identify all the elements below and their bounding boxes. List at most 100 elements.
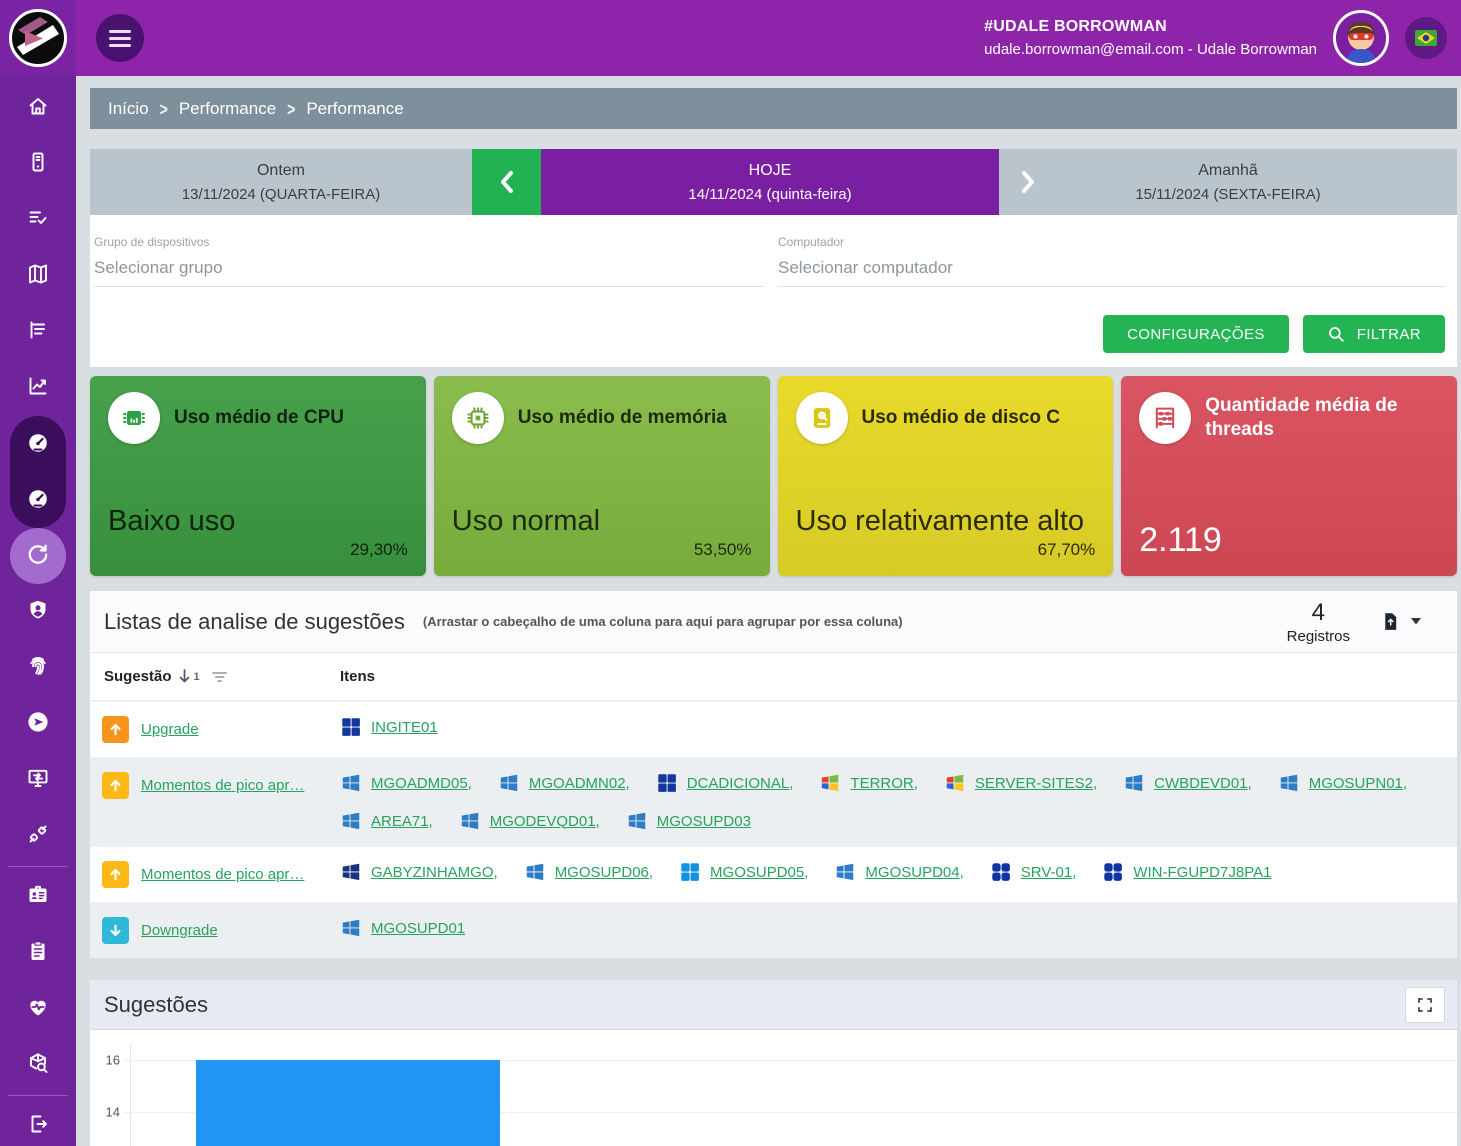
sidebar-item-map[interactable] (0, 248, 76, 304)
sidebar-item-hierarchy[interactable] (0, 304, 76, 360)
chevron-right-icon[interactable] (1017, 169, 1039, 195)
sidebar-item-devices[interactable] (0, 136, 76, 192)
computer-link[interactable]: AREA71, (340, 810, 433, 832)
filter-button[interactable]: FILTRAR (1303, 315, 1445, 353)
app-logo[interactable] (0, 0, 76, 76)
computer-link[interactable]: MGOSUPD05, (679, 861, 808, 883)
computer-link[interactable]: SERVER-SITES2, (944, 772, 1097, 794)
computer-name: SERVER-SITES2, (975, 775, 1097, 792)
settings-button[interactable]: CONFIGURAÇÕES (1103, 315, 1289, 353)
sidebar-item-sync[interactable] (10, 528, 66, 584)
date-next-date: 15/11/2024 (SEXTA-FEIRA) (1135, 186, 1320, 203)
sidebar-item-home[interactable] (0, 80, 76, 136)
metric-card-disk[interactable]: Uso médio de disco C Uso relativamente al… (778, 376, 1114, 576)
windows-colorful (819, 772, 841, 794)
metric-card-status: Baixo uso (108, 505, 408, 538)
computer-filter-input[interactable] (778, 249, 1445, 287)
sidebar-item-heart-pulse[interactable] (0, 981, 76, 1037)
sidebar-item-logout[interactable] (0, 1098, 76, 1146)
breadcrumb-item[interactable]: Performance (179, 99, 276, 119)
language-button[interactable] (1405, 17, 1447, 59)
computer-link[interactable]: GABYZINHAMGO, (340, 861, 498, 883)
sort-desc-icon (178, 669, 191, 684)
sidebar-item-gauge[interactable] (10, 416, 66, 472)
arrow-down-icon (102, 917, 129, 944)
computer-link[interactable]: MGOSUPD06, (524, 861, 653, 883)
computer-link[interactable]: WIN-FGUPD7J8PA1 (1102, 861, 1271, 883)
column-items[interactable]: Itens (340, 668, 375, 685)
computer-link[interactable]: SRV-01, (990, 861, 1077, 883)
filter-column-icon[interactable] (212, 671, 227, 683)
clipboard-icon (26, 939, 50, 968)
column-suggestion[interactable]: Sugestão 1 (104, 668, 340, 685)
date-next-segment[interactable]: Amanhã 15/11/2024 (SEXTA-FEIRA) (999, 149, 1457, 215)
suggestion-link[interactable]: Downgrade (141, 922, 218, 939)
computer-link[interactable]: MGOSUPN01, (1278, 772, 1407, 794)
computer-link[interactable]: MGOSUPD01 (340, 917, 465, 939)
chart-bar[interactable] (196, 1060, 500, 1146)
metric-card-value: 67,70% (1038, 540, 1096, 560)
metric-card-memory[interactable]: Uso médio de memóriaUso normal53,50% (434, 376, 770, 576)
export-button[interactable] (1380, 611, 1421, 632)
computer-link[interactable]: DCADICIONAL, (656, 772, 794, 794)
sort-order-number: 1 (194, 671, 200, 683)
computer-link[interactable]: MGOSUPD03 (626, 810, 751, 832)
windows-persp-blue (524, 861, 546, 883)
gauge-icon (26, 430, 50, 459)
windows-colorful (944, 772, 966, 794)
fullscreen-icon (1416, 996, 1434, 1014)
suggestion-link[interactable]: Momentos de pico apr… (141, 777, 304, 794)
suggestions-rows: Upgrade INGITE01 Momentos de pico apr… MGOA… (90, 701, 1457, 958)
computer-name: MGOADMN02, (529, 775, 630, 792)
breadcrumb-item[interactable]: Performance (306, 99, 403, 119)
sidebar-item-task-list[interactable] (0, 192, 76, 248)
sync-icon (26, 542, 50, 571)
date-prev-button[interactable] (472, 149, 541, 215)
date-next-label: Amanhã (1198, 162, 1258, 180)
sidebar-item-clipboard[interactable] (0, 925, 76, 981)
sidebar-item-shield-user[interactable] (0, 584, 76, 640)
computer-link[interactable]: MGODEVQD01, (459, 810, 600, 832)
hamburger-menu-button[interactable] (96, 14, 144, 62)
sidebar-item-cable[interactable] (0, 808, 76, 864)
suggestion-link[interactable]: Upgrade (141, 721, 199, 738)
hamburger-icon (109, 30, 131, 33)
metric-card-threads[interactable]: Quantidade média de threads2.119 (1121, 376, 1457, 576)
sidebar-item-gauge[interactable] (10, 472, 66, 528)
sidebar-item-id-card[interactable] (0, 869, 76, 925)
computer-name: MGOSUPN01, (1309, 775, 1407, 792)
computer-link[interactable]: MGOADMN02, (498, 772, 630, 794)
arrow-up-icon (102, 772, 129, 799)
computer-link[interactable]: TERROR, (819, 772, 918, 794)
fullscreen-button[interactable] (1405, 987, 1445, 1023)
sidebar-item-fingerprint[interactable] (0, 640, 76, 696)
computer-link[interactable]: INGITE01 (340, 716, 438, 738)
sidebar-divider (8, 866, 68, 867)
avatar-image (1336, 13, 1386, 63)
sidebar-item-send[interactable] (0, 696, 76, 752)
items-cell: MGOADMD05, MGOADMN02, DCADICIONAL, TERROR, S… (340, 772, 1447, 832)
metric-card-value: 29,30% (350, 540, 408, 560)
metric-card-status: Uso relativamente alto (796, 505, 1096, 538)
hierarchy-icon (26, 318, 50, 347)
sidebar-item-monitor-transfer[interactable] (0, 752, 76, 808)
sidebar-item-search-box[interactable] (0, 1037, 76, 1093)
metric-card-title: Uso médio de disco C (862, 406, 1060, 430)
computer-link[interactable]: MGOSUPD04, (834, 861, 963, 883)
group-filter-input[interactable] (94, 249, 764, 287)
filters-panel: Grupo de dispositivos Computador CONFIGU… (90, 215, 1457, 367)
date-today-segment[interactable]: HOJE 14/11/2024 (quinta-feira) (541, 149, 999, 215)
computer-link[interactable]: CWBDEVD01, (1123, 772, 1252, 794)
computer-link[interactable]: MGOADMD05, (340, 772, 472, 794)
sidebar-item-line-chart[interactable] (0, 360, 76, 416)
y-tick-label: 16 (90, 1053, 120, 1068)
avatar[interactable] (1333, 10, 1389, 66)
date-prev-segment[interactable]: Ontem 13/11/2024 (QUARTA-FEIRA) (90, 149, 472, 215)
metric-card-header: Uso médio de memória (452, 392, 752, 444)
suggestion-link[interactable]: Momentos de pico apr… (141, 866, 304, 883)
user-block: #UDALE BORROWMAN udale.borrowman@email.c… (984, 18, 1317, 58)
metric-card-cpu[interactable]: Uso médio de CPUBaixo uso29,30% (90, 376, 426, 576)
records-count-label: Registros (1287, 628, 1350, 645)
breadcrumb-item[interactable]: Início (108, 99, 149, 119)
devices-icon (26, 150, 50, 179)
